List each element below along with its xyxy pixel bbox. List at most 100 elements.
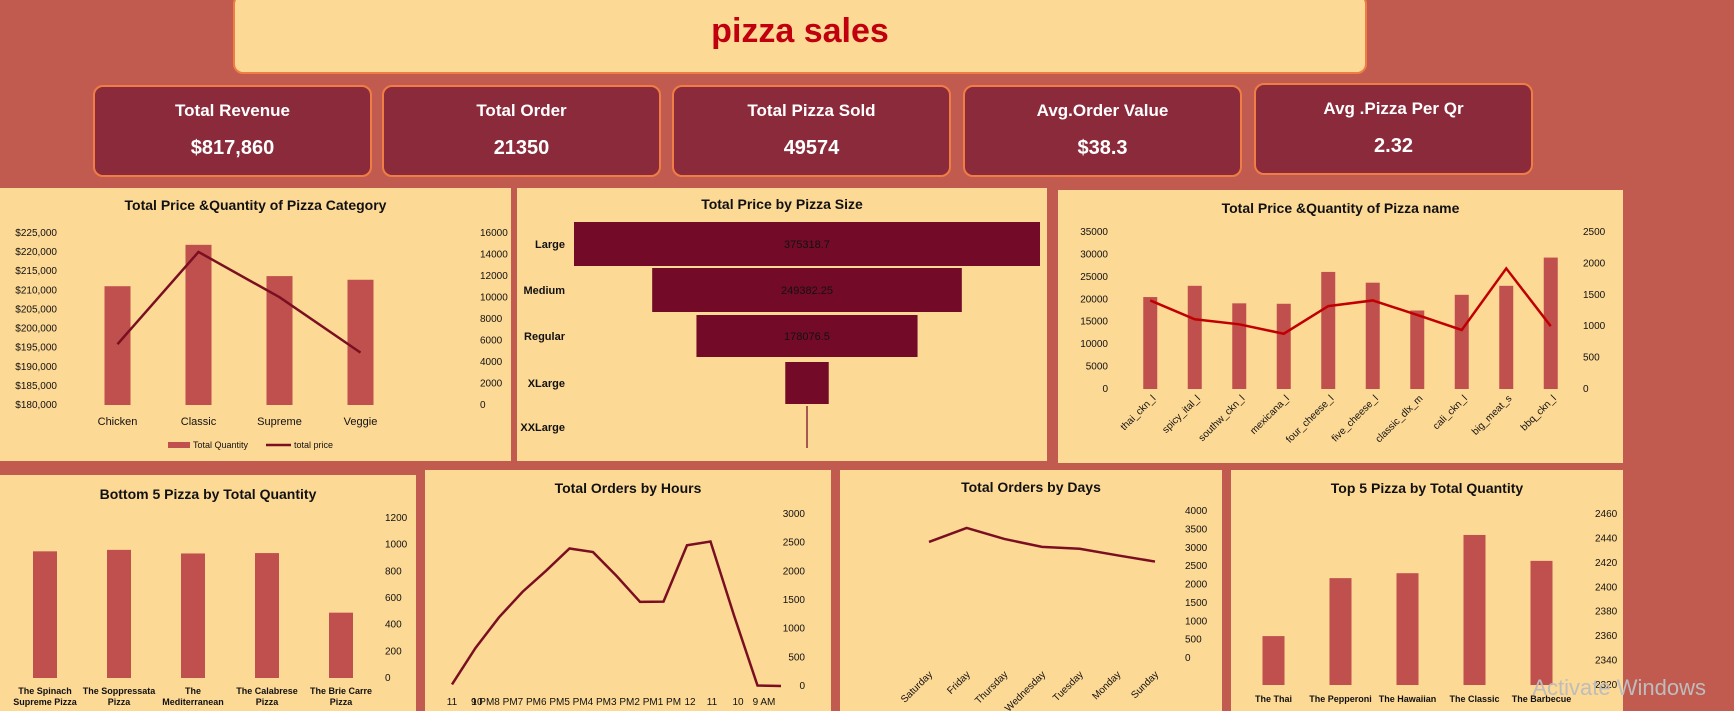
y-tick-label: 10000: [480, 293, 508, 304]
y-tick-label: 20000: [1080, 294, 1108, 305]
y-tick-label: $225,000: [15, 228, 57, 239]
y-tick-label: 15000: [1080, 317, 1108, 328]
x-tick-label: thai_ckn_l: [1119, 393, 1159, 433]
kpi-label: Avg .Pizza Per Qr: [1323, 99, 1464, 118]
bar-total-quantity: [185, 244, 212, 405]
x-tick-label: Pizza: [108, 697, 132, 707]
y-tick-label: 1000: [1185, 616, 1208, 627]
y-tick-label: 4000: [480, 357, 503, 368]
bar-total-price: [1543, 257, 1558, 389]
x-tick-label: The Pepperoni: [1309, 694, 1372, 704]
kpi-value: 21350: [493, 137, 550, 159]
x-tick-label: The Classic: [1449, 694, 1499, 704]
line-total-price: [116, 250, 362, 354]
y-tick-label: 2440: [1595, 533, 1618, 544]
y-tick-label: 0: [480, 400, 486, 411]
y-tick-label: $220,000: [15, 247, 57, 258]
kpi-total-order: Total Order 21350: [382, 85, 661, 177]
y-tick-label: $200,000: [15, 324, 57, 335]
x-tick-label: The: [185, 686, 201, 696]
x-tick-label: spicy_ital_l: [1161, 393, 1203, 435]
x-tick-label: The Calabrese: [236, 686, 298, 696]
x-tick-label: Saturday: [899, 669, 935, 705]
x-tick-label: cali_ckn_l: [1431, 393, 1470, 432]
category-label: Medium: [523, 285, 565, 297]
y-tick-label: 0: [385, 673, 391, 684]
bar-total-quantity: [104, 286, 131, 405]
bar-total-price: [1365, 282, 1380, 389]
y-tick-label: 200: [385, 646, 402, 657]
x-tick-label: The Spinach: [18, 686, 72, 696]
kpi-avg-order-value: Avg.Order Value $38.3: [963, 85, 1242, 177]
y-tick-label: 4000: [1185, 506, 1208, 517]
bar-total-price: [1143, 297, 1158, 389]
y-tick-label: 2460: [1595, 509, 1618, 520]
y-tick-label: 500: [1583, 353, 1600, 364]
pizzaname-chart: 3500030000250002000015000100005000025002…: [1080, 227, 1606, 446]
bar-quantity: [181, 553, 205, 678]
y-tick-label: $210,000: [15, 285, 57, 296]
y-tick-label: 16000: [480, 228, 508, 239]
line-orders-by-day: [928, 526, 1156, 563]
x-tick-label: Mediterranean: [162, 697, 224, 707]
category-chart-panel: Total Price &Quantity of Pizza Category …: [0, 188, 511, 461]
y-tick-label: 6000: [480, 336, 503, 347]
bottom5-chart: 1200 1000 800 600 400 200 0 The SpinachSupreme …: [13, 513, 408, 707]
funnel-bar: [806, 406, 808, 448]
y-tick-label: 2340: [1595, 656, 1618, 667]
kpi-total-revenue: Total Revenue $817,860: [93, 85, 372, 177]
data-label: 375318.7: [784, 239, 830, 251]
kpi-total-pizza-sold: Total Pizza Sold 49574: [672, 85, 951, 177]
x-tick-label: 9 AM: [753, 697, 776, 708]
kpi-label: Total Pizza Sold: [747, 101, 876, 120]
x-tick-label: Wednesday: [1003, 669, 1048, 711]
y-tick-label: $205,000: [15, 304, 57, 315]
y-tick-label: 500: [1185, 635, 1202, 646]
y-tick-label: 8000: [480, 314, 503, 325]
kpi-value: $38.3: [1077, 137, 1128, 159]
y-tick-label: 1500: [1583, 290, 1606, 301]
x-tick-label: 10: [732, 697, 744, 708]
kpi-label: Total Revenue: [175, 101, 290, 120]
x-tick-label: 11: [707, 697, 718, 708]
bar-quantity: [107, 549, 131, 678]
y-tick-label: 2000: [783, 566, 806, 577]
x-tick-label: 9 PM8 PM7 PM6 PM5 PM4 PM3 PM2 PM1 PM: [471, 697, 681, 708]
hours-chart-panel: Total Orders by Hours 3000 2500 2000 1500 10…: [425, 470, 831, 711]
y-tick-label: 10000: [1080, 339, 1108, 350]
bottom5-chart-panel: Bottom 5 Pizza by Total Quantity 1200 100…: [0, 475, 416, 711]
legend-swatch-quantity: [168, 442, 190, 448]
bar-total-price: [1499, 285, 1514, 389]
bar-total-price: [1454, 294, 1469, 389]
y-tick-label: 1200: [385, 513, 408, 524]
y-tick-label: 14000: [480, 250, 508, 261]
x-tick-label: Friday: [945, 669, 972, 696]
kpi-label: Total Order: [476, 101, 567, 120]
category-label: XXLarge: [520, 422, 565, 434]
bar-quantity: [1329, 578, 1352, 685]
x-tick-label: Sunday: [1129, 669, 1161, 701]
category-chart: $225,000 $220,000 $215,000 $210,000 $205,000…: [15, 228, 508, 450]
y-tick-label: 500: [788, 652, 805, 663]
bar-quantity: [33, 551, 57, 678]
x-tick-label: southw_ckn_l: [1197, 393, 1248, 444]
x-tick-label: classic_dlx_m: [1374, 393, 1426, 445]
y-tick-label: $215,000: [15, 266, 57, 277]
y-tick-label: 12000: [480, 271, 508, 282]
size-chart-panel: Total Price by Pizza Size Large 375318.7 M…: [517, 188, 1047, 461]
dashboard-title-card: pizza sales: [233, 0, 1367, 74]
x-tick-label: mexicana_l: [1248, 393, 1292, 437]
size-chart: Large 375318.7 Medium 249382.25 Regular 17807…: [520, 222, 1040, 448]
y-tick-label: 2000: [480, 379, 503, 390]
y-tick-label: 800: [385, 566, 402, 577]
x-tick-label: 11: [447, 697, 458, 708]
line-total-quantity: [1149, 266, 1552, 336]
x-tick-label: bbq_ckn_l: [1519, 393, 1559, 433]
y-tick-label: 3500: [1185, 524, 1208, 535]
y-tick-label: 2500: [1583, 227, 1606, 238]
y-tick-label: 2000: [1185, 580, 1208, 591]
x-tick-label: Veggie: [344, 416, 378, 428]
category-label: XLarge: [528, 378, 565, 390]
activate-windows-watermark: Activate Windows: [1532, 675, 1706, 700]
y-tick-label: 25000: [1080, 272, 1108, 283]
